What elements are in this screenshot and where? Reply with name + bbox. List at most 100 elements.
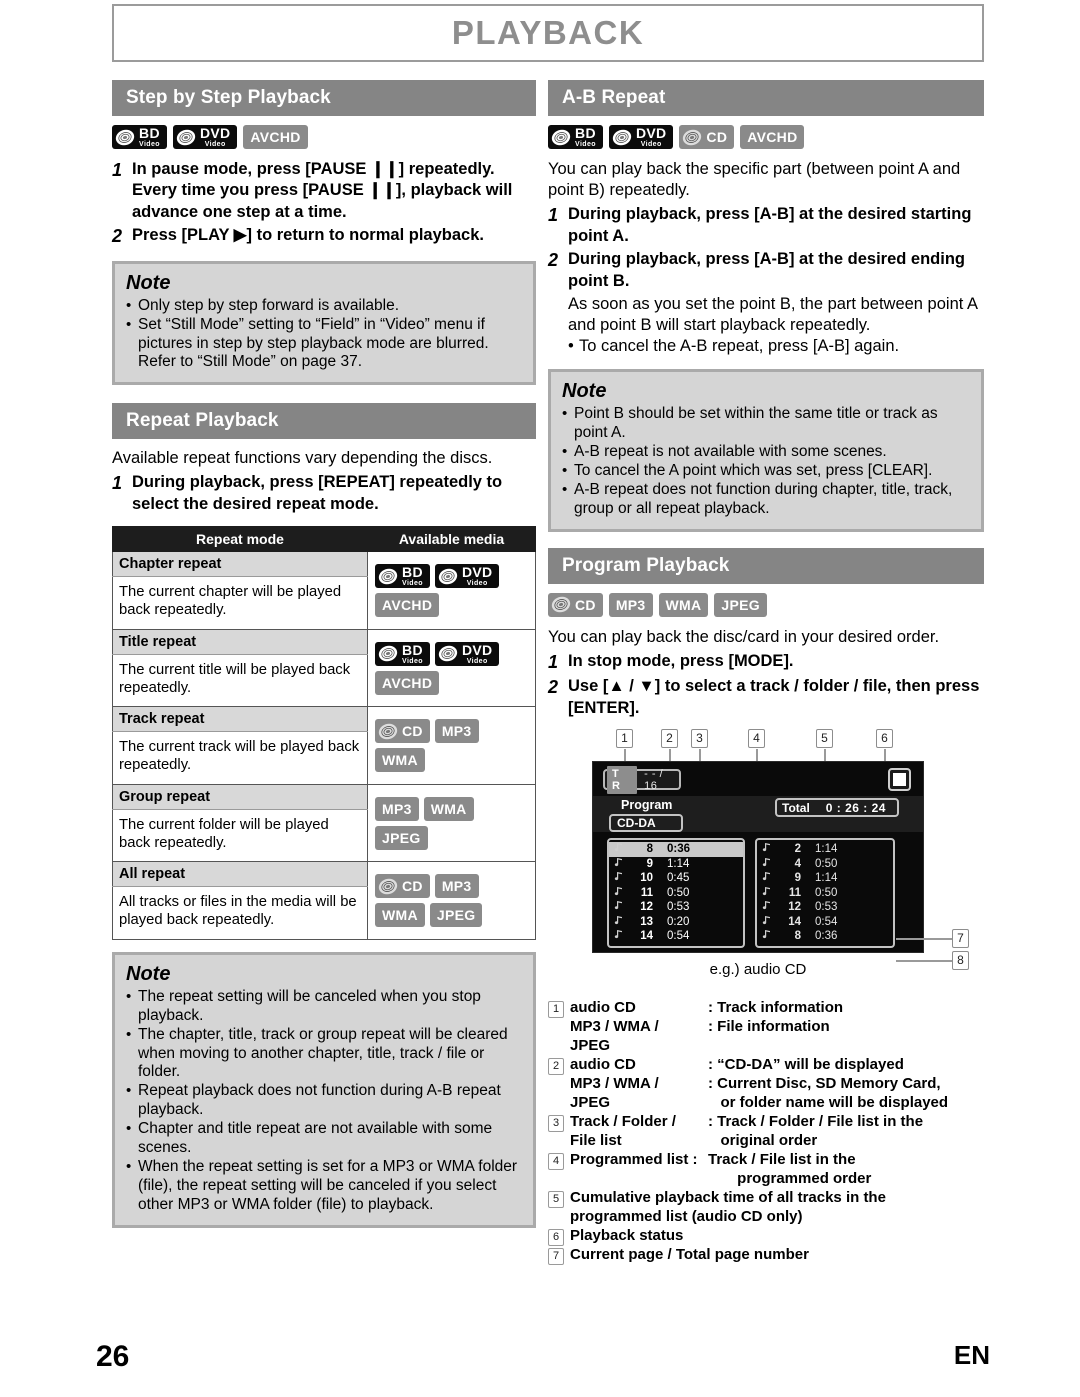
bullet-dot: • xyxy=(562,462,568,480)
track-number: 9 xyxy=(646,857,653,870)
track-row[interactable]: 14 0:54 xyxy=(757,915,893,930)
media-badge-wma: WMA xyxy=(375,903,425,928)
track-row[interactable]: 11 0:50 xyxy=(609,886,743,901)
badge-label: WMA xyxy=(382,907,418,924)
legend-term: File list xyxy=(570,1132,622,1150)
media-badge-cd: CD xyxy=(548,592,603,617)
track-row[interactable]: 8 0:36 xyxy=(609,842,743,857)
media-badge-mp3: MP3 xyxy=(608,592,653,617)
badge-label: JPEG xyxy=(382,829,421,846)
repeat-mode-description: The current title will be played back re… xyxy=(112,654,368,708)
table-body: Chapter repeat BD Video DVD Video AVCHD The cu… xyxy=(112,551,536,940)
media-badge-jpeg: JPEG xyxy=(714,592,767,617)
legend-row: programmed list (audio CD only) xyxy=(548,1208,984,1227)
bullet-dot: • xyxy=(126,315,132,333)
disc-icon xyxy=(438,645,460,662)
page-indicator-bar: 2 / 3 2 / 3 xyxy=(607,952,895,953)
note-box-ab-repeat: Note • Point B should be set within the s… xyxy=(548,369,984,532)
track-indicator-tag: T R xyxy=(607,765,638,794)
note-item: • The chapter, title, track or group repe… xyxy=(126,1026,522,1083)
legend-text: Current page / Total page number xyxy=(570,1246,809,1264)
track-row[interactable]: 9 1:14 xyxy=(609,857,743,872)
badge-group-step-by-step: BD Video DVD Video AVCHD xyxy=(112,125,536,149)
track-row[interactable]: 8 0:36 xyxy=(757,929,893,944)
original-track-list[interactable]: 8 0:36 9 1:14 10 0:45 11 0:50 12 0:53 13 0:20 14 0:54 xyxy=(607,838,745,948)
programmed-track-list[interactable]: 2 1:14 4 0:50 9 1:14 11 0:50 12 0:53 14 0:54 8 0:36 xyxy=(755,838,895,948)
music-note-icon xyxy=(761,857,775,871)
step-item: 2 During playback, press [A-B] at the de… xyxy=(548,249,984,292)
media-type-label: CD-DA xyxy=(609,814,683,833)
track-time: 1:14 xyxy=(667,857,690,870)
legend-row: 5 Cumulative playback time of all tracks … xyxy=(548,1189,984,1209)
diagram-legend: 1 audio CD: Track information MP3 / WMA /:… xyxy=(548,999,984,1266)
track-indicator-value: - - / 16 xyxy=(644,767,664,792)
note-item-text: Set “Still Mode” setting to “Field” in “… xyxy=(138,315,489,371)
legend-term: Track / Folder / xyxy=(570,1113,676,1131)
track-row[interactable]: 10 0:45 xyxy=(609,871,743,886)
legend-text: Playback status xyxy=(570,1227,684,1245)
track-number: 11 xyxy=(640,886,653,899)
step-number: 1 xyxy=(548,651,559,672)
legend-number xyxy=(548,1096,564,1113)
bullet-dot: • xyxy=(126,987,132,1005)
track-time: 0:53 xyxy=(667,901,690,914)
bullet-dot: • xyxy=(562,405,568,423)
table-row: Title repeat BD Video DVD Video AVCHD xyxy=(112,628,536,708)
step-text: In stop mode, press [MODE]. xyxy=(568,651,794,670)
repeat-mode-name: Group repeat xyxy=(112,783,368,810)
callout-leader-line xyxy=(896,938,952,940)
section-heading-step-by-step: Step by Step Playback xyxy=(112,80,536,116)
music-note-icon xyxy=(761,900,775,914)
ab-intro-text: You can play back the specific part (bet… xyxy=(548,160,961,200)
column-header-available-media: Available media xyxy=(367,526,536,553)
legend-definition: programmed order xyxy=(708,1170,872,1188)
track-time: 0:54 xyxy=(815,915,838,928)
legend-number: 1 xyxy=(548,1001,564,1019)
note-item: • Only step by step forward is available. xyxy=(126,297,522,316)
column-header-repeat-mode: Repeat mode xyxy=(112,526,368,553)
legend-definition: : Current Disc, SD Memory Card, xyxy=(708,1075,941,1093)
track-row[interactable]: 2 1:14 xyxy=(757,842,893,857)
music-note-icon xyxy=(613,857,627,871)
media-badge-dvd: DVD Video xyxy=(608,125,674,149)
track-row[interactable]: 14 0:54 xyxy=(609,929,743,944)
legend-number: 6 xyxy=(548,1229,564,1247)
badge-label: JPEG xyxy=(721,596,760,613)
track-time: 1:14 xyxy=(815,872,838,885)
badge-label: AVCHD xyxy=(382,674,433,691)
track-row[interactable]: 13 0:20 xyxy=(609,915,743,930)
media-badge-avchd: AVCHD xyxy=(740,125,805,149)
legend-term: JPEG xyxy=(570,1094,611,1112)
media-badge-bd: BD Video xyxy=(375,564,430,589)
osd-screen-mock: T R - - / 16 Program CD-DA Total 0 : 26 … xyxy=(592,761,924,954)
media-badge-avchd: AVCHD xyxy=(375,670,440,695)
track-number: 8 xyxy=(794,930,801,943)
track-row[interactable]: 12 0:53 xyxy=(757,900,893,915)
step-number: 1 xyxy=(548,205,559,226)
callout-number: 4 xyxy=(748,729,765,749)
badge-label: BD Video xyxy=(402,564,423,588)
media-badge-mp3: MP3 xyxy=(375,796,419,821)
track-row[interactable]: 9 1:14 xyxy=(757,871,893,886)
step-number: 2 xyxy=(548,250,559,271)
legend-definition xyxy=(708,1037,984,1056)
step-item: 2 Use [▲ / ▼] to select a track / folder… xyxy=(548,676,984,719)
step-item: 1 In pause mode, press [PAUSE ❙❙] repeat… xyxy=(112,159,536,223)
legend-number: 5 xyxy=(548,1191,564,1209)
bullet-dot: • xyxy=(126,1120,132,1138)
step-text: During playback, press [A-B] at the desi… xyxy=(568,205,972,245)
legend-definition: or folder name will be displayed xyxy=(708,1094,949,1112)
note-title: Note xyxy=(562,380,607,403)
media-badge-dvd: DVD Video xyxy=(434,641,500,666)
track-row[interactable]: 4 0:50 xyxy=(757,857,893,872)
note-item-text: To cancel the A point which was set, pre… xyxy=(574,462,933,480)
legend-row: JPEG xyxy=(548,1037,984,1056)
track-number: 2 xyxy=(794,843,801,856)
badge-label: DVD Video xyxy=(461,641,493,665)
table-row: Track repeat CD MP3 WMA xyxy=(112,706,536,785)
legend-definition: : Track information xyxy=(708,999,844,1017)
media-badge-wma: WMA xyxy=(375,748,425,773)
track-row[interactable]: 12 0:53 xyxy=(609,900,743,915)
note-box-step-by-step: Note • Only step by step forward is avail… xyxy=(112,260,536,386)
track-row[interactable]: 11 0:50 xyxy=(757,886,893,901)
